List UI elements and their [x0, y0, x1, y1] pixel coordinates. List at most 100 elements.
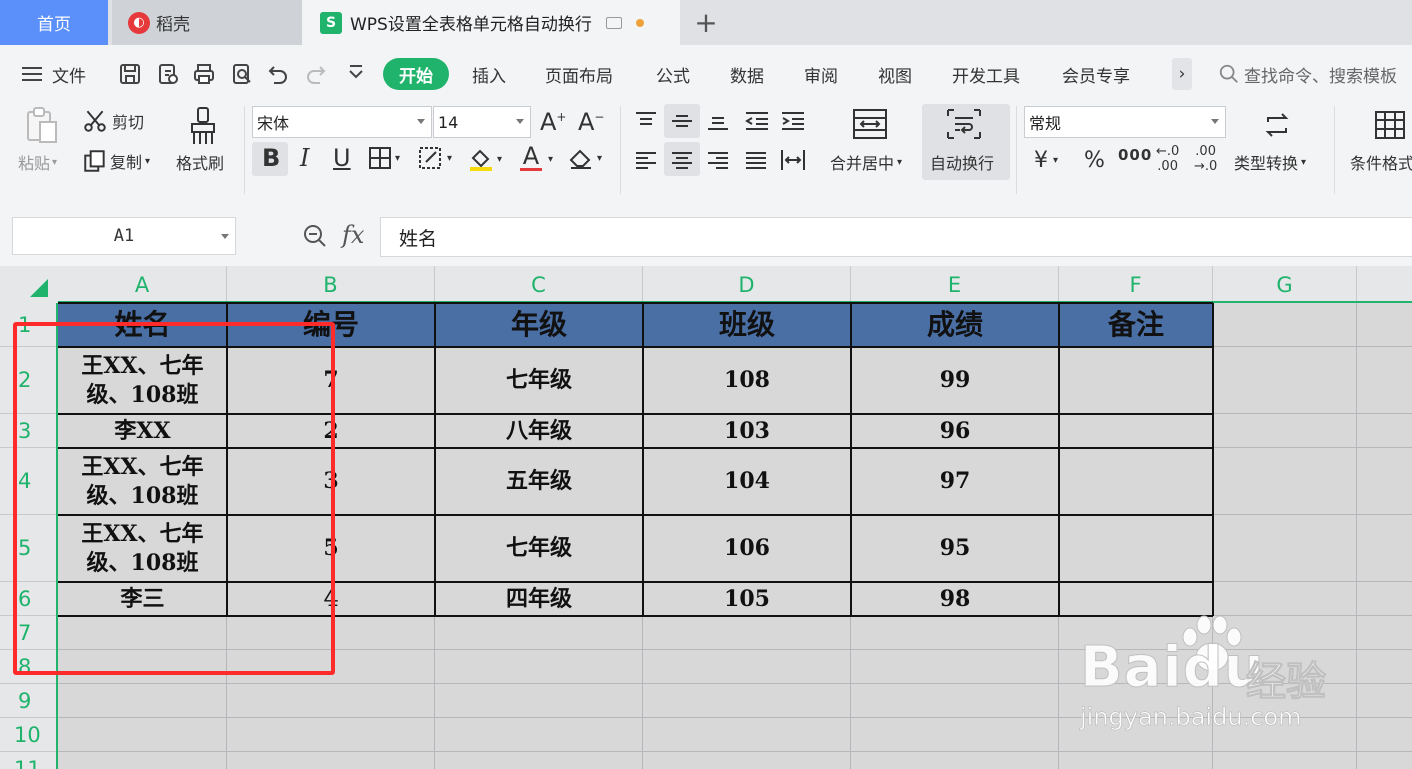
cell-f5[interactable] — [1059, 515, 1213, 582]
column-header-g[interactable]: G — [1213, 266, 1357, 303]
menu-more-button[interactable]: › — [1172, 58, 1192, 90]
cell-d4[interactable]: 104 — [643, 448, 851, 515]
decrease-font-size-button[interactable]: A− — [578, 108, 604, 136]
increase-font-size-button[interactable]: A+ — [540, 108, 566, 136]
column-header-e[interactable]: E — [851, 266, 1059, 303]
font-size-select[interactable]: 14 — [433, 106, 531, 138]
align-left-icon[interactable] — [634, 150, 658, 172]
italic-button[interactable]: I — [300, 144, 309, 172]
type-convert-icon[interactable] — [1262, 110, 1292, 140]
command-search[interactable]: 查找命令、搜索模板 — [1218, 52, 1397, 96]
cell-e2[interactable]: 99 — [851, 347, 1059, 414]
number-format-select[interactable]: 常规 — [1024, 106, 1226, 138]
tab-document[interactable]: S WPS设置全表格单元格自动换行 — [302, 0, 680, 45]
format-painter-button[interactable]: 格式刷 — [176, 150, 224, 174]
font-name-select[interactable]: 宋体 — [252, 106, 432, 138]
menu-page-layout[interactable]: 页面布局 — [545, 52, 613, 96]
underline-button[interactable]: U — [333, 144, 351, 172]
menu-formula[interactable]: 公式 — [656, 52, 690, 96]
paste-icon[interactable] — [24, 106, 60, 146]
menu-view[interactable]: 视图 — [878, 52, 912, 96]
tab-home[interactable]: 首页 — [0, 0, 108, 45]
file-menu[interactable]: 文件 — [22, 52, 86, 96]
row-header-9[interactable]: 9 — [0, 684, 58, 718]
percent-button[interactable]: % — [1084, 148, 1105, 173]
header-cell-c1[interactable]: 年级 — [435, 303, 643, 347]
cell-d6[interactable]: 105 — [643, 582, 851, 616]
menu-start[interactable]: 开始 — [383, 58, 449, 90]
thousands-button[interactable]: 000 — [1118, 146, 1152, 164]
merge-center-button[interactable]: 合并居中 ▾ — [830, 150, 902, 174]
cell-style-button[interactable]: ▾ — [418, 146, 452, 170]
cell-f4[interactable] — [1059, 448, 1213, 515]
header-cell-d1[interactable]: 班级 — [643, 303, 851, 347]
insert-function-button[interactable]: fx — [342, 221, 364, 249]
increase-indent-icon[interactable] — [780, 110, 806, 132]
cell-c4[interactable]: 五年级 — [435, 448, 643, 515]
currency-button[interactable]: ¥ ▾ — [1034, 148, 1058, 173]
undo-icon[interactable] — [266, 62, 290, 86]
decrease-indent-icon[interactable] — [744, 110, 770, 132]
increase-decimal-button[interactable]: ←.0.00 — [1156, 144, 1179, 174]
cell-d3[interactable]: 103 — [643, 414, 851, 448]
copy-button[interactable]: 复制 ▾ — [82, 148, 150, 174]
menu-insert[interactable]: 插入 — [472, 52, 506, 96]
bold-button[interactable]: B — [262, 144, 280, 172]
justify-icon[interactable] — [744, 150, 768, 172]
fill-color-button[interactable]: ▾ — [468, 146, 502, 172]
cell-e5[interactable]: 95 — [851, 515, 1059, 582]
cell-f2[interactable] — [1059, 347, 1213, 414]
format-painter-icon[interactable] — [186, 106, 220, 148]
redo-icon[interactable] — [304, 62, 328, 86]
conditional-format-button[interactable]: 条件格式 — [1350, 150, 1412, 174]
font-color-button[interactable]: A — [520, 142, 542, 171]
align-bottom-icon[interactable] — [706, 110, 730, 132]
formula-input[interactable]: 姓名 — [380, 217, 1412, 257]
menu-developer[interactable]: 开发工具 — [952, 52, 1020, 96]
column-header-f[interactable]: F — [1059, 266, 1213, 303]
wrap-text-button[interactable]: 自动换行 — [930, 150, 994, 174]
align-right-icon[interactable] — [706, 150, 730, 172]
column-header-d[interactable]: D — [643, 266, 851, 303]
export-pdf-icon[interactable] — [156, 62, 180, 86]
menu-review[interactable]: 审阅 — [804, 52, 838, 96]
row-header-11[interactable]: 11 — [0, 752, 58, 769]
cell-d5[interactable]: 106 — [643, 515, 851, 582]
save-icon[interactable] — [118, 62, 142, 86]
wrap-text-icon[interactable] — [946, 108, 982, 140]
menu-member[interactable]: 会员专享 — [1062, 52, 1130, 96]
cell-e3[interactable]: 96 — [851, 414, 1059, 448]
align-center-icon[interactable] — [670, 150, 694, 172]
cell-c3[interactable]: 八年级 — [435, 414, 643, 448]
row-header-10[interactable]: 10 — [0, 718, 58, 752]
zoom-icon[interactable] — [302, 223, 328, 249]
align-middle-icon[interactable] — [670, 110, 694, 132]
cell-d2[interactable]: 108 — [643, 347, 851, 414]
name-box[interactable]: A1 — [12, 217, 236, 255]
cell-e6[interactable]: 98 — [851, 582, 1059, 616]
decrease-decimal-button[interactable]: .00 →.0 — [1194, 144, 1217, 174]
type-convert-button[interactable]: 类型转换 ▾ — [1234, 150, 1306, 174]
borders-button[interactable]: ▾ — [368, 146, 400, 170]
header-cell-e1[interactable]: 成绩 — [851, 303, 1059, 347]
conditional-format-icon[interactable] — [1374, 110, 1406, 140]
cell-f3[interactable] — [1059, 414, 1213, 448]
monitor-icon[interactable] — [605, 16, 622, 29]
tab-daoke[interactable]: ◐ 稻壳 — [112, 0, 302, 45]
cell-e4[interactable]: 97 — [851, 448, 1059, 515]
merge-center-icon[interactable] — [852, 108, 888, 140]
cut-button[interactable]: 剪切 — [82, 108, 144, 134]
column-header-b[interactable]: B — [227, 266, 435, 303]
paste-button[interactable]: 粘贴 ▾ — [18, 150, 57, 174]
cell-c2[interactable]: 七年级 — [435, 347, 643, 414]
cell-c5[interactable]: 七年级 — [435, 515, 643, 582]
distribute-icon[interactable] — [780, 148, 806, 172]
clear-format-button[interactable]: ▾ — [568, 146, 602, 170]
column-header-h[interactable] — [1357, 266, 1412, 303]
customize-toolbar-icon[interactable] — [344, 62, 368, 86]
header-cell-f1[interactable]: 备注 — [1059, 303, 1213, 347]
menu-data[interactable]: 数据 — [730, 52, 764, 96]
chevron-down-icon[interactable]: ▾ — [548, 154, 553, 165]
column-header-a[interactable]: A — [58, 266, 227, 303]
align-top-icon[interactable] — [634, 110, 658, 132]
